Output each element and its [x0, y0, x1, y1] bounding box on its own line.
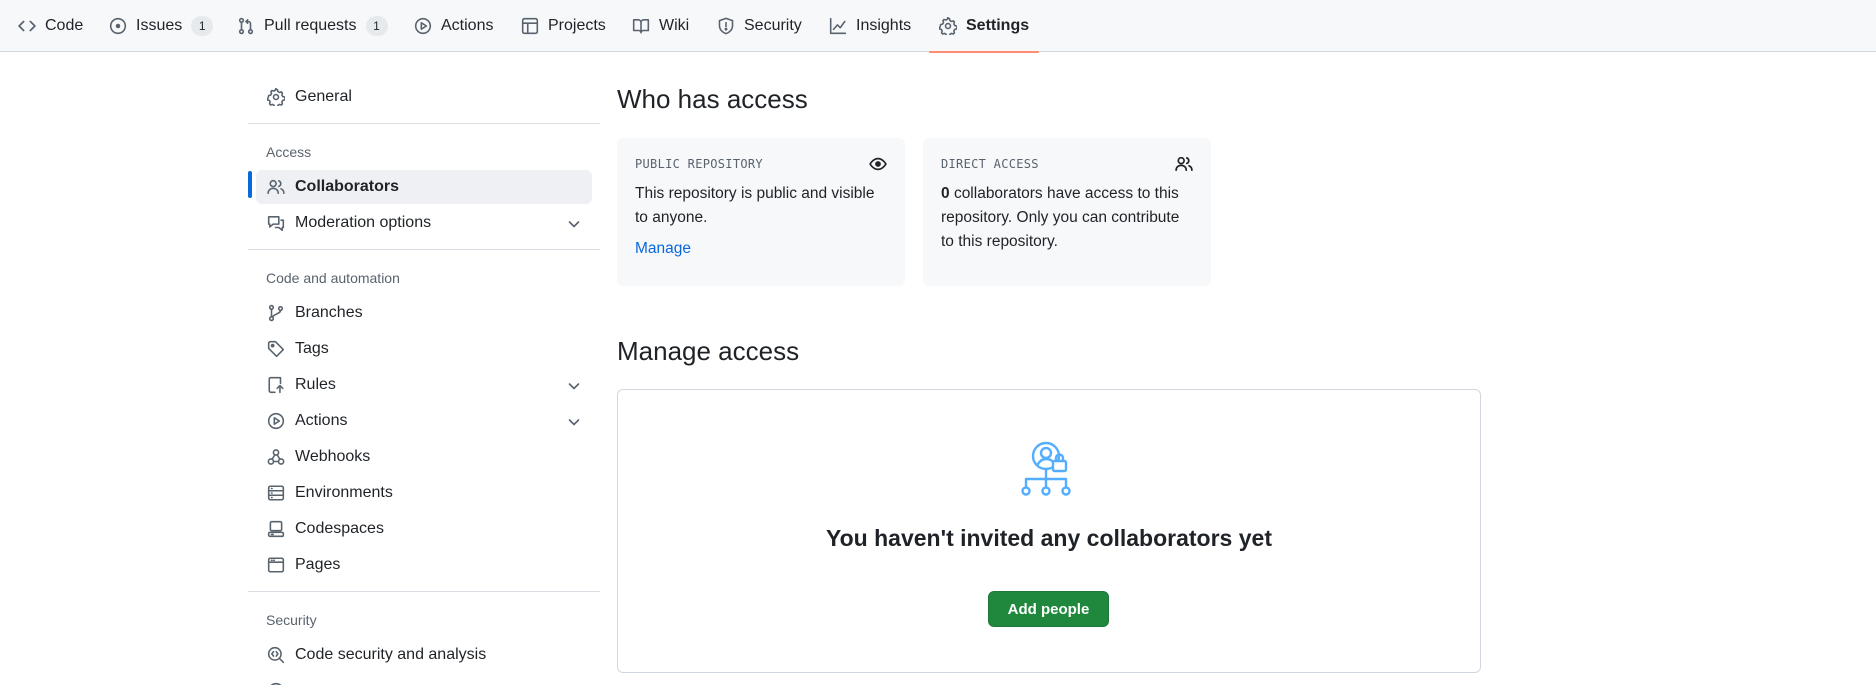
people-icon — [1175, 156, 1193, 172]
settings-sidebar: General Access Collaborators Moderation … — [248, 52, 600, 685]
tag-icon — [267, 340, 285, 358]
sidebar-item-label: Moderation options — [295, 214, 432, 231]
tab-label: Pull requests — [264, 17, 357, 34]
webhook-icon — [267, 449, 285, 465]
sidebar-item-tags[interactable]: Tags — [256, 332, 592, 366]
sidebar-item-environments[interactable]: Environments — [256, 476, 592, 510]
tab-issues[interactable]: Issues 1 — [109, 0, 214, 52]
sidebar-item-collaborators[interactable]: Collaborators — [256, 170, 592, 204]
sidebar-item-label: Branches — [295, 304, 363, 321]
browser-icon — [267, 557, 285, 573]
blank-state-title: You haven't invited any collaborators ye… — [826, 525, 1272, 551]
sidebar-item-label: Environments — [295, 484, 393, 501]
active-item-marker — [248, 171, 252, 198]
gear-icon — [267, 88, 285, 106]
direct-access-card: DIRECT ACCESS 0 collaborators have acces… — [923, 138, 1211, 286]
tab-label: Projects — [548, 17, 606, 34]
tab-label: Wiki — [659, 17, 690, 34]
sidebar-item-label: Tags — [295, 340, 329, 357]
sidebar-item-general[interactable]: General — [256, 80, 592, 114]
sidebar-item-label: Code security and analysis — [295, 646, 487, 663]
tab-label: Actions — [441, 17, 494, 34]
sidebar-item-label: Collaborators — [295, 178, 400, 195]
gear-icon — [939, 17, 957, 35]
codescan-icon — [267, 646, 285, 664]
add-people-button[interactable]: Add people — [988, 591, 1109, 627]
sidebar-heading-security: Security — [266, 612, 317, 628]
sidebar-item-label: Codespaces — [295, 520, 384, 537]
graph-icon — [829, 17, 847, 35]
server-icon — [267, 485, 285, 501]
chevron-down-icon[interactable] — [566, 414, 582, 430]
sidebar-divider — [248, 249, 600, 250]
play-icon — [414, 17, 432, 35]
sidebar-item-pages[interactable]: Pages — [256, 548, 592, 582]
card-heading-text: PUBLIC REPOSITORY — [635, 157, 763, 171]
tab-label: Code — [45, 17, 84, 34]
card-heading: DIRECT ACCESS — [941, 156, 1193, 172]
tab-label: Insights — [856, 17, 912, 34]
sidebar-heading-access: Access — [266, 144, 312, 160]
sidebar-divider — [248, 591, 600, 592]
card-body-text: collaborators have access to this reposi… — [941, 185, 1180, 250]
tab-actions[interactable]: Actions — [414, 0, 493, 52]
repo-nav: Code Issues 1 Pull requests 1 Actions Pr… — [0, 0, 1876, 53]
issue-opened-icon — [109, 17, 127, 35]
eye-icon — [869, 157, 887, 171]
manage-access-panel: You haven't invited any collaborators ye… — [617, 389, 1481, 673]
sidebar-item-branches[interactable]: Branches — [256, 296, 592, 330]
git-pull-request-icon — [238, 17, 254, 35]
people-lock-icon — [1021, 441, 1071, 496]
tab-code[interactable]: Code — [18, 0, 83, 52]
chevron-down-icon[interactable] — [566, 378, 582, 394]
sidebar-divider — [248, 123, 600, 124]
repo-push-icon — [268, 376, 284, 394]
tab-label: Issues — [136, 17, 183, 34]
sidebar-item-codespaces[interactable]: Codespaces — [256, 512, 592, 546]
who-has-access-title: Who has access — [617, 84, 808, 114]
card-body: 0 collaborators have access to this repo… — [941, 182, 1193, 254]
tab-settings[interactable]: Settings — [928, 0, 1040, 53]
shield-icon — [718, 17, 734, 35]
sidebar-item-label: Pages — [295, 556, 341, 573]
tab-label: Security — [744, 17, 802, 34]
public-repository-card: PUBLIC REPOSITORY This repository is pub… — [617, 138, 905, 286]
tab-projects[interactable]: Projects — [521, 0, 606, 52]
sidebar-item-label: Actions — [295, 412, 348, 429]
chevron-down-icon[interactable] — [566, 216, 582, 232]
card-heading-text: DIRECT ACCESS — [941, 157, 1039, 171]
sidebar-item-moderation[interactable]: Moderation options — [256, 206, 592, 240]
sidebar-item-actions[interactable]: Actions — [256, 404, 592, 438]
manage-visibility-link[interactable]: Manage — [635, 240, 691, 258]
play-icon — [267, 412, 285, 430]
card-heading: PUBLIC REPOSITORY — [635, 156, 887, 172]
tab-label: Settings — [966, 17, 1030, 34]
sidebar-heading-code: Code and automation — [266, 270, 400, 286]
comment-discussion-icon — [267, 216, 285, 232]
tab-insights[interactable]: Insights — [829, 0, 911, 52]
sidebar-item-webhooks[interactable]: Webhooks — [256, 440, 592, 474]
code-icon — [18, 20, 36, 32]
card-body-text: This repository is public and visible to… — [635, 185, 875, 226]
sidebar-item-rules[interactable]: Rules — [256, 368, 592, 402]
tab-security[interactable]: Security — [717, 0, 802, 52]
manage-access-title: Manage access — [617, 336, 800, 366]
issues-counter: 1 — [191, 16, 214, 36]
git-branch-icon — [268, 304, 284, 322]
sidebar-item-code-security[interactable]: Code security and analysis — [256, 638, 592, 672]
sidebar-item-label: Rules — [295, 376, 336, 393]
pull-requests-counter: 1 — [365, 16, 388, 36]
codespaces-icon — [267, 520, 285, 538]
sidebar-item-label: Webhooks — [295, 448, 371, 465]
table-icon — [521, 17, 539, 35]
collaborator-count: 0 — [941, 185, 950, 202]
tab-pull-requests[interactable]: Pull requests 1 — [237, 0, 388, 52]
sidebar-item-label: General — [295, 88, 352, 105]
book-icon — [632, 19, 650, 34]
sidebar-item-next[interactable] — [256, 674, 592, 685]
tab-wiki[interactable]: Wiki — [632, 0, 689, 52]
people-icon — [267, 179, 285, 194]
